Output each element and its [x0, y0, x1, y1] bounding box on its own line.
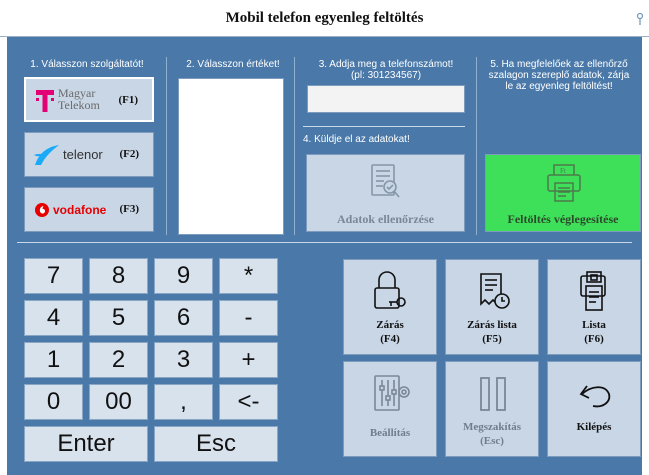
- telekom-logo-icon: [36, 90, 54, 112]
- action-label-line1: Kilépés: [576, 421, 612, 433]
- undo-arrow-icon: [579, 385, 611, 408]
- receipt-clock-action-button[interactable]: Zárás lista (F5): [445, 259, 539, 355]
- undo-arrow-action-button[interactable]: Kilépés: [547, 361, 641, 457]
- title-bar: Mobil telefon egyenleg feltöltés: [0, 0, 649, 37]
- step3-hint: (pl: 301234567): [350, 70, 422, 81]
- action-label-line2: (F4): [380, 333, 400, 345]
- telekom-brand-line2: Telekom: [58, 98, 100, 112]
- printer-list-icon: [580, 271, 606, 311]
- key-minus[interactable]: -: [219, 300, 278, 336]
- pause-icon: [480, 377, 506, 411]
- action-label-line1: Lista: [582, 319, 606, 331]
- key-8[interactable]: 8: [89, 258, 148, 294]
- separator: [166, 57, 167, 235]
- step5-label: 5. Ha megfelelőek az ellenőrző szalagon …: [488, 59, 630, 92]
- finalize-topup-button[interactable]: Ft Feltöltés véglegesítése: [485, 154, 641, 232]
- key-7[interactable]: 7: [24, 258, 83, 294]
- separator: [294, 57, 295, 235]
- key-9[interactable]: 9: [154, 258, 213, 294]
- separator: [17, 242, 632, 243]
- provider-vodafone-button[interactable]: vodafone (F3): [24, 187, 154, 232]
- key-comma[interactable]: ,: [154, 384, 213, 420]
- settings-sliders-action-button[interactable]: Beállítás: [343, 361, 437, 457]
- key-0[interactable]: 0: [24, 384, 83, 420]
- key-enter[interactable]: Enter: [24, 426, 148, 462]
- action-label: Zárás (F4): [344, 318, 436, 346]
- pause-action-button[interactable]: Megszakítás (Esc): [445, 361, 539, 457]
- lock-key-action-button[interactable]: Zárás (F4): [343, 259, 437, 355]
- check-data-label: Adatok ellenőrzése: [337, 212, 434, 226]
- telenor-brand: telenor: [63, 147, 103, 162]
- step1-label: 1. Válasszon szolgáltatót!: [30, 59, 144, 70]
- key-00[interactable]: 00: [89, 384, 148, 420]
- svg-text:Ft: Ft: [560, 167, 566, 175]
- key-multiply[interactable]: *: [219, 258, 278, 294]
- document-search-icon: [371, 164, 400, 198]
- action-label-line1: Zárás lista: [467, 319, 517, 331]
- finalize-topup-label: Feltöltés véglegesítése: [507, 212, 619, 226]
- key-5[interactable]: 5: [89, 300, 148, 336]
- provider-hotkey: (F1): [118, 94, 138, 106]
- separator: [476, 57, 477, 235]
- provider-hotkey: (F2): [119, 148, 139, 160]
- action-label-line1: Beállítás: [369, 427, 411, 439]
- phone-number-input[interactable]: [307, 85, 465, 113]
- check-data-button[interactable]: Adatok ellenőrzése: [306, 154, 465, 232]
- provider-telenor-button[interactable]: telenor (F2): [24, 132, 154, 177]
- vodafone-brand: vodafone: [53, 203, 107, 217]
- provider-telekom-button[interactable]: Magyar Telekom (F1): [24, 77, 154, 122]
- key-1[interactable]: 1: [24, 342, 83, 378]
- pin-icon[interactable]: [635, 12, 645, 26]
- settings-sliders-icon: [374, 375, 410, 411]
- telenor-logo-icon: [34, 145, 59, 165]
- step4-label: 4. Küldje el az adatokat!: [303, 134, 410, 145]
- vodafone-logo-icon: [35, 203, 49, 217]
- key-backspace[interactable]: <-: [219, 384, 278, 420]
- action-label-line2: (F5): [482, 333, 502, 345]
- action-label: Kilépés: [548, 420, 640, 434]
- receipt-clock-icon: [480, 273, 510, 309]
- key-6[interactable]: 6: [154, 300, 213, 336]
- printer-list-action-button[interactable]: Lista (F6): [547, 259, 641, 355]
- step3-label: 3. Addja meg a telefonszámot!: [318, 59, 454, 70]
- action-label-line2: (F6): [584, 333, 604, 345]
- action-label-line1: Zárás: [376, 319, 404, 331]
- action-label: Zárás lista (F5): [446, 318, 538, 346]
- action-label: Megszakítás (Esc): [446, 420, 538, 448]
- main-panel: 1. Válasszon szolgáltatót! 2. Válasszon …: [7, 37, 642, 475]
- receipt-print-icon: Ft: [547, 164, 581, 202]
- action-label: Beállítás: [344, 426, 436, 440]
- key-4[interactable]: 4: [24, 300, 83, 336]
- separator: [303, 126, 465, 127]
- key-2[interactable]: 2: [89, 342, 148, 378]
- amount-listbox[interactable]: [178, 78, 284, 235]
- action-label: Lista (F6): [548, 318, 640, 346]
- key-3[interactable]: 3: [154, 342, 213, 378]
- action-label-line1: Megszakítás: [462, 421, 522, 433]
- key-esc[interactable]: Esc: [154, 426, 278, 462]
- step2-label: 2. Válasszon értéket!: [186, 59, 280, 70]
- provider-hotkey: (F3): [119, 203, 139, 215]
- key-plus[interactable]: +: [219, 342, 278, 378]
- app-window: Mobil telefon egyenleg feltöltés 1. Vála…: [0, 0, 649, 475]
- window-title: Mobil telefon egyenleg feltöltés: [225, 10, 424, 26]
- action-label-line2: (Esc): [480, 435, 504, 447]
- lock-key-icon: [374, 271, 406, 309]
